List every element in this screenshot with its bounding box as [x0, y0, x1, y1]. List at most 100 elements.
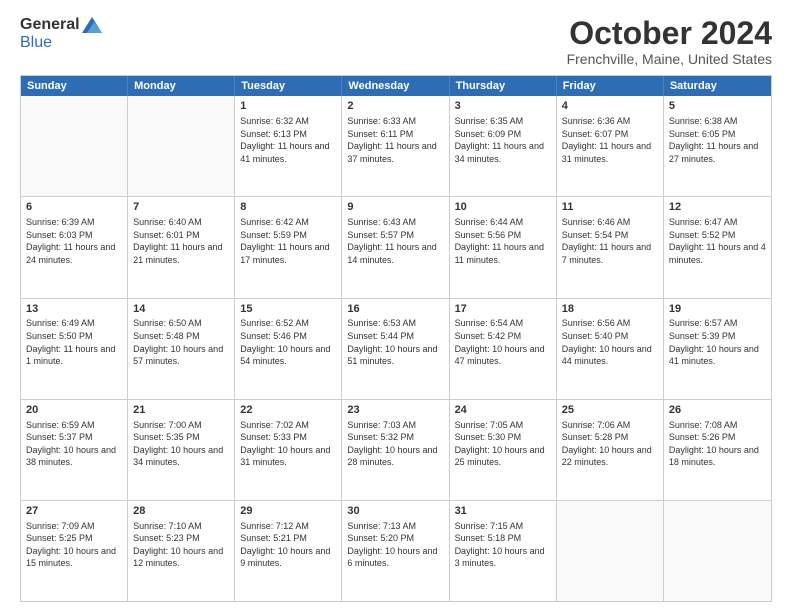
day-number: 5 [669, 99, 766, 114]
day-number: 25 [562, 403, 658, 418]
calendar-body: 1Sunrise: 6:32 AM Sunset: 6:13 PM Daylig… [21, 96, 771, 601]
calendar-cell: 15Sunrise: 6:52 AM Sunset: 5:46 PM Dayli… [235, 299, 342, 399]
cell-content: Sunrise: 6:52 AM Sunset: 5:46 PM Dayligh… [240, 317, 336, 367]
calendar-header: SundayMondayTuesdayWednesdayThursdayFrid… [21, 76, 771, 96]
calendar-cell: 29Sunrise: 7:12 AM Sunset: 5:21 PM Dayli… [235, 501, 342, 601]
day-number: 20 [26, 403, 122, 418]
day-number: 27 [26, 504, 122, 519]
cell-content: Sunrise: 7:02 AM Sunset: 5:33 PM Dayligh… [240, 419, 336, 469]
cell-content: Sunrise: 6:47 AM Sunset: 5:52 PM Dayligh… [669, 216, 766, 266]
calendar-cell: 28Sunrise: 7:10 AM Sunset: 5:23 PM Dayli… [128, 501, 235, 601]
day-number: 18 [562, 302, 658, 317]
calendar-cell: 18Sunrise: 6:56 AM Sunset: 5:40 PM Dayli… [557, 299, 664, 399]
cell-content: Sunrise: 7:00 AM Sunset: 5:35 PM Dayligh… [133, 419, 229, 469]
cell-content: Sunrise: 6:46 AM Sunset: 5:54 PM Dayligh… [562, 216, 658, 266]
cell-content: Sunrise: 6:32 AM Sunset: 6:13 PM Dayligh… [240, 115, 336, 165]
cell-content: Sunrise: 7:05 AM Sunset: 5:30 PM Dayligh… [455, 419, 551, 469]
cell-content: Sunrise: 6:53 AM Sunset: 5:44 PM Dayligh… [347, 317, 443, 367]
day-number: 21 [133, 403, 229, 418]
calendar-cell: 11Sunrise: 6:46 AM Sunset: 5:54 PM Dayli… [557, 197, 664, 297]
cell-content: Sunrise: 6:56 AM Sunset: 5:40 PM Dayligh… [562, 317, 658, 367]
location: Frenchville, Maine, United States [567, 51, 772, 67]
calendar-cell: 10Sunrise: 6:44 AM Sunset: 5:56 PM Dayli… [450, 197, 557, 297]
calendar-header-cell: Sunday [21, 76, 128, 96]
calendar-cell: 27Sunrise: 7:09 AM Sunset: 5:25 PM Dayli… [21, 501, 128, 601]
calendar-cell: 21Sunrise: 7:00 AM Sunset: 5:35 PM Dayli… [128, 400, 235, 500]
calendar-cell: 5Sunrise: 6:38 AM Sunset: 6:05 PM Daylig… [664, 96, 771, 196]
cell-content: Sunrise: 6:49 AM Sunset: 5:50 PM Dayligh… [26, 317, 122, 367]
cell-content: Sunrise: 7:15 AM Sunset: 5:18 PM Dayligh… [455, 520, 551, 570]
day-number: 1 [240, 99, 336, 114]
cell-content: Sunrise: 6:36 AM Sunset: 6:07 PM Dayligh… [562, 115, 658, 165]
calendar-cell: 4Sunrise: 6:36 AM Sunset: 6:07 PM Daylig… [557, 96, 664, 196]
day-number: 8 [240, 200, 336, 215]
calendar-cell [664, 501, 771, 601]
cell-content: Sunrise: 6:42 AM Sunset: 5:59 PM Dayligh… [240, 216, 336, 266]
cell-content: Sunrise: 7:13 AM Sunset: 5:20 PM Dayligh… [347, 520, 443, 570]
calendar-cell: 13Sunrise: 6:49 AM Sunset: 5:50 PM Dayli… [21, 299, 128, 399]
calendar-cell: 31Sunrise: 7:15 AM Sunset: 5:18 PM Dayli… [450, 501, 557, 601]
title-block: October 2024 Frenchville, Maine, United … [567, 16, 772, 67]
cell-content: Sunrise: 6:44 AM Sunset: 5:56 PM Dayligh… [455, 216, 551, 266]
calendar-row: 13Sunrise: 6:49 AM Sunset: 5:50 PM Dayli… [21, 298, 771, 399]
calendar-row: 20Sunrise: 6:59 AM Sunset: 5:37 PM Dayli… [21, 399, 771, 500]
day-number: 22 [240, 403, 336, 418]
cell-content: Sunrise: 6:43 AM Sunset: 5:57 PM Dayligh… [347, 216, 443, 266]
calendar-cell [557, 501, 664, 601]
calendar-cell: 9Sunrise: 6:43 AM Sunset: 5:57 PM Daylig… [342, 197, 449, 297]
calendar-cell: 3Sunrise: 6:35 AM Sunset: 6:09 PM Daylig… [450, 96, 557, 196]
header: General Blue October 2024 Frenchville, M… [20, 16, 772, 67]
day-number: 4 [562, 99, 658, 114]
day-number: 7 [133, 200, 229, 215]
cell-content: Sunrise: 7:10 AM Sunset: 5:23 PM Dayligh… [133, 520, 229, 570]
logo: General Blue [20, 16, 102, 52]
day-number: 24 [455, 403, 551, 418]
cell-content: Sunrise: 7:09 AM Sunset: 5:25 PM Dayligh… [26, 520, 122, 570]
cell-content: Sunrise: 6:40 AM Sunset: 6:01 PM Dayligh… [133, 216, 229, 266]
cell-content: Sunrise: 7:03 AM Sunset: 5:32 PM Dayligh… [347, 419, 443, 469]
calendar-header-cell: Monday [128, 76, 235, 96]
calendar-cell: 6Sunrise: 6:39 AM Sunset: 6:03 PM Daylig… [21, 197, 128, 297]
day-number: 6 [26, 200, 122, 215]
calendar-row: 6Sunrise: 6:39 AM Sunset: 6:03 PM Daylig… [21, 196, 771, 297]
cell-content: Sunrise: 7:06 AM Sunset: 5:28 PM Dayligh… [562, 419, 658, 469]
logo-blue-text: Blue [20, 34, 52, 51]
calendar-header-cell: Tuesday [235, 76, 342, 96]
calendar-row: 1Sunrise: 6:32 AM Sunset: 6:13 PM Daylig… [21, 96, 771, 196]
calendar-cell: 17Sunrise: 6:54 AM Sunset: 5:42 PM Dayli… [450, 299, 557, 399]
cell-content: Sunrise: 7:12 AM Sunset: 5:21 PM Dayligh… [240, 520, 336, 570]
calendar-cell: 12Sunrise: 6:47 AM Sunset: 5:52 PM Dayli… [664, 197, 771, 297]
calendar-cell: 30Sunrise: 7:13 AM Sunset: 5:20 PM Dayli… [342, 501, 449, 601]
calendar-header-cell: Saturday [664, 76, 771, 96]
cell-content: Sunrise: 6:39 AM Sunset: 6:03 PM Dayligh… [26, 216, 122, 266]
month-title: October 2024 [567, 16, 772, 51]
day-number: 16 [347, 302, 443, 317]
day-number: 15 [240, 302, 336, 317]
calendar-cell: 20Sunrise: 6:59 AM Sunset: 5:37 PM Dayli… [21, 400, 128, 500]
day-number: 26 [669, 403, 766, 418]
cell-content: Sunrise: 6:54 AM Sunset: 5:42 PM Dayligh… [455, 317, 551, 367]
cell-content: Sunrise: 6:38 AM Sunset: 6:05 PM Dayligh… [669, 115, 766, 165]
day-number: 31 [455, 504, 551, 519]
calendar-cell: 1Sunrise: 6:32 AM Sunset: 6:13 PM Daylig… [235, 96, 342, 196]
calendar-cell: 23Sunrise: 7:03 AM Sunset: 5:32 PM Dayli… [342, 400, 449, 500]
calendar-cell: 22Sunrise: 7:02 AM Sunset: 5:33 PM Dayli… [235, 400, 342, 500]
cell-content: Sunrise: 6:50 AM Sunset: 5:48 PM Dayligh… [133, 317, 229, 367]
cell-content: Sunrise: 6:33 AM Sunset: 6:11 PM Dayligh… [347, 115, 443, 165]
cell-content: Sunrise: 7:08 AM Sunset: 5:26 PM Dayligh… [669, 419, 766, 469]
day-number: 3 [455, 99, 551, 114]
page: General Blue October 2024 Frenchville, M… [0, 0, 792, 612]
logo-general-text: General [20, 16, 80, 34]
cell-content: Sunrise: 6:35 AM Sunset: 6:09 PM Dayligh… [455, 115, 551, 165]
cell-content: Sunrise: 6:59 AM Sunset: 5:37 PM Dayligh… [26, 419, 122, 469]
calendar-cell: 2Sunrise: 6:33 AM Sunset: 6:11 PM Daylig… [342, 96, 449, 196]
calendar-cell: 8Sunrise: 6:42 AM Sunset: 5:59 PM Daylig… [235, 197, 342, 297]
day-number: 9 [347, 200, 443, 215]
calendar-header-cell: Wednesday [342, 76, 449, 96]
day-number: 30 [347, 504, 443, 519]
day-number: 2 [347, 99, 443, 114]
calendar-cell: 26Sunrise: 7:08 AM Sunset: 5:26 PM Dayli… [664, 400, 771, 500]
calendar: SundayMondayTuesdayWednesdayThursdayFrid… [20, 75, 772, 602]
cell-content: Sunrise: 6:57 AM Sunset: 5:39 PM Dayligh… [669, 317, 766, 367]
day-number: 11 [562, 200, 658, 215]
